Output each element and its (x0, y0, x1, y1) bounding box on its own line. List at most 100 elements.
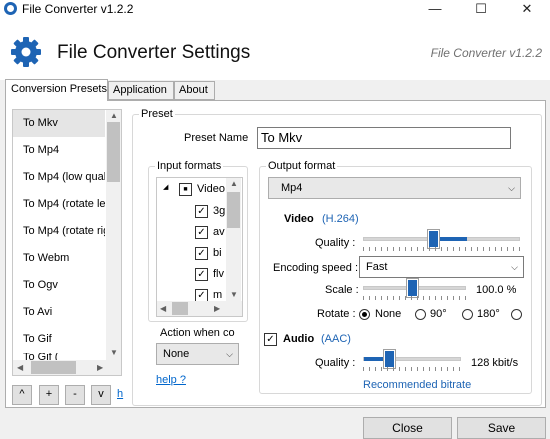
scroll-thumb[interactable] (107, 122, 120, 182)
action-label: Action when co (160, 327, 235, 339)
scroll-right-icon[interactable]: ▶ (214, 304, 220, 313)
audio-checkbox[interactable]: ✓ (264, 333, 277, 346)
slider-ticks (363, 296, 466, 300)
tree-item-label: flv (213, 268, 224, 280)
tree-item-label: 3g (213, 205, 226, 217)
encoding-speed-select[interactable]: Fast ⌵ (359, 256, 524, 278)
app-icon (4, 2, 17, 15)
checkbox-checked[interactable]: ✓ (195, 247, 208, 260)
output-format-value: Mp4 (281, 182, 303, 194)
partial-checkbox[interactable]: ■ (179, 183, 192, 196)
audio-label: Audio (283, 333, 315, 345)
slider-thumb[interactable] (383, 349, 396, 369)
version-label: File Converter v1.2.2 (430, 46, 542, 60)
scale-label: Scale : (325, 284, 359, 296)
scroll-left-icon[interactable]: ◀ (160, 304, 166, 313)
rotate-270-radio[interactable] (511, 309, 522, 320)
list-item[interactable]: To Ogv (13, 272, 105, 299)
action-value: None (163, 348, 190, 360)
preset-name-label: Preset Name (184, 132, 249, 144)
move-up-button[interactable]: ^ (12, 385, 32, 405)
collapse-icon[interactable]: ◢ (163, 183, 168, 191)
window-title: File Converter v1.2.2 (22, 2, 134, 16)
scroll-up-icon[interactable]: ▲ (110, 111, 118, 120)
tab-application[interactable]: Application (108, 81, 174, 100)
tree-item[interactable]: ✓ bi (157, 243, 227, 264)
output-format-select[interactable]: Mp4 ⌵ (268, 177, 521, 199)
tree-item[interactable]: ✓ av (157, 222, 227, 243)
tree-item[interactable]: ✓ flv (157, 264, 227, 285)
list-item[interactable]: To Mp4 (rotate rig (13, 218, 105, 245)
scroll-up-icon[interactable]: ▲ (230, 179, 238, 188)
tree-item-label: bi (213, 247, 222, 259)
checkbox-checked[interactable]: ✓ (195, 268, 208, 281)
slider-fill (364, 357, 386, 361)
preset-list[interactable]: To Mkv To Mp4 To Mp4 (low qual To Mp4 (r… (12, 109, 122, 376)
tree-item-label: m (213, 289, 223, 301)
video-quality-slider[interactable] (363, 229, 520, 249)
help-link[interactable]: h (117, 388, 123, 400)
scale-slider[interactable] (363, 278, 466, 298)
preset-group-label: Preset (139, 108, 175, 120)
help-link[interactable]: help ? (156, 374, 186, 386)
settings-header: File Converter Settings File Converter v… (0, 18, 550, 80)
action-select[interactable]: None ⌵ (156, 343, 239, 365)
tab-about[interactable]: About (174, 81, 215, 100)
preset-name-input[interactable]: To Mkv (257, 127, 511, 149)
tree-item-label: Video (197, 183, 225, 195)
page-title: File Converter Settings (57, 42, 251, 63)
rotate-180-radio[interactable] (462, 309, 473, 320)
list-item[interactable]: To Mp4 (rotate le (13, 191, 105, 218)
slider-thumb[interactable] (427, 229, 440, 249)
slider-thumb[interactable] (406, 278, 419, 298)
minimize-button[interactable]: — (412, 0, 458, 18)
list-item[interactable]: To Mp4 (low qual (13, 164, 105, 191)
list-vertical-scrollbar[interactable]: ▲ ▼ (106, 110, 121, 360)
title-bar: File Converter v1.2.2 — ☐ ✕ (0, 0, 550, 18)
audio-bitrate-slider[interactable] (363, 349, 461, 369)
scroll-thumb[interactable] (227, 192, 240, 228)
scroll-down-icon[interactable]: ▼ (110, 348, 118, 357)
list-item[interactable]: To Avi (13, 299, 105, 326)
rotate-180-label: 180° (477, 308, 500, 320)
rotate-90-radio[interactable] (415, 309, 426, 320)
tree-item[interactable]: ✓ 3g (157, 201, 227, 222)
list-horizontal-scrollbar[interactable]: ◀ ▶ (13, 360, 121, 375)
scroll-right-icon[interactable]: ▶ (97, 363, 103, 372)
close-button[interactable]: Close (363, 417, 452, 439)
checkbox-checked[interactable]: ✓ (195, 226, 208, 239)
output-format-label: Output format (266, 160, 338, 172)
list-item[interactable]: To Gif (13, 326, 105, 353)
audio-codec: (AAC) (321, 333, 351, 345)
list-item[interactable]: To Mkv (13, 110, 105, 137)
input-formats-tree[interactable]: ◢ ■ Video ✓ 3g ✓ av ✓ bi ✓ flv ✓ m ▲ ▼ ◀… (156, 177, 243, 317)
tree-horizontal-scrollbar[interactable]: ◀ ▶ (157, 301, 242, 316)
tree-item-video[interactable]: ◢ ■ Video (157, 180, 227, 201)
checkbox-checked[interactable]: ✓ (195, 205, 208, 218)
video-label: Video (284, 213, 314, 225)
chevron-down-icon: ⌵ (511, 262, 518, 272)
save-button[interactable]: Save (457, 417, 546, 439)
chevron-down-icon: ⌵ (508, 183, 515, 193)
video-quality-label: Quality : (315, 237, 356, 249)
add-preset-button[interactable]: + (39, 385, 59, 405)
remove-preset-button[interactable]: - (65, 385, 85, 405)
scroll-left-icon[interactable]: ◀ (17, 363, 23, 372)
rotate-label: Rotate : (317, 308, 356, 320)
tab-conversion-presets[interactable]: Conversion Presets (5, 79, 108, 101)
move-down-button[interactable]: v (91, 385, 111, 405)
encoding-speed-label: Encoding speed : (273, 262, 359, 274)
scroll-thumb[interactable] (172, 302, 188, 315)
rotate-none-label: None (375, 308, 402, 320)
list-item[interactable]: To Mp4 (13, 137, 105, 164)
scroll-thumb[interactable] (31, 361, 76, 374)
list-item[interactable]: To Webm (13, 245, 105, 272)
rotate-90-label: 90° (430, 308, 447, 320)
maximize-button[interactable]: ☐ (458, 0, 504, 18)
video-codec: (H.264) (322, 213, 359, 225)
rotate-none-radio[interactable] (359, 309, 370, 320)
close-window-button[interactable]: ✕ (504, 0, 550, 18)
tree-vertical-scrollbar[interactable]: ▲ ▼ (226, 178, 241, 301)
scroll-down-icon[interactable]: ▼ (230, 290, 238, 299)
tree-item-label: av (213, 226, 225, 238)
